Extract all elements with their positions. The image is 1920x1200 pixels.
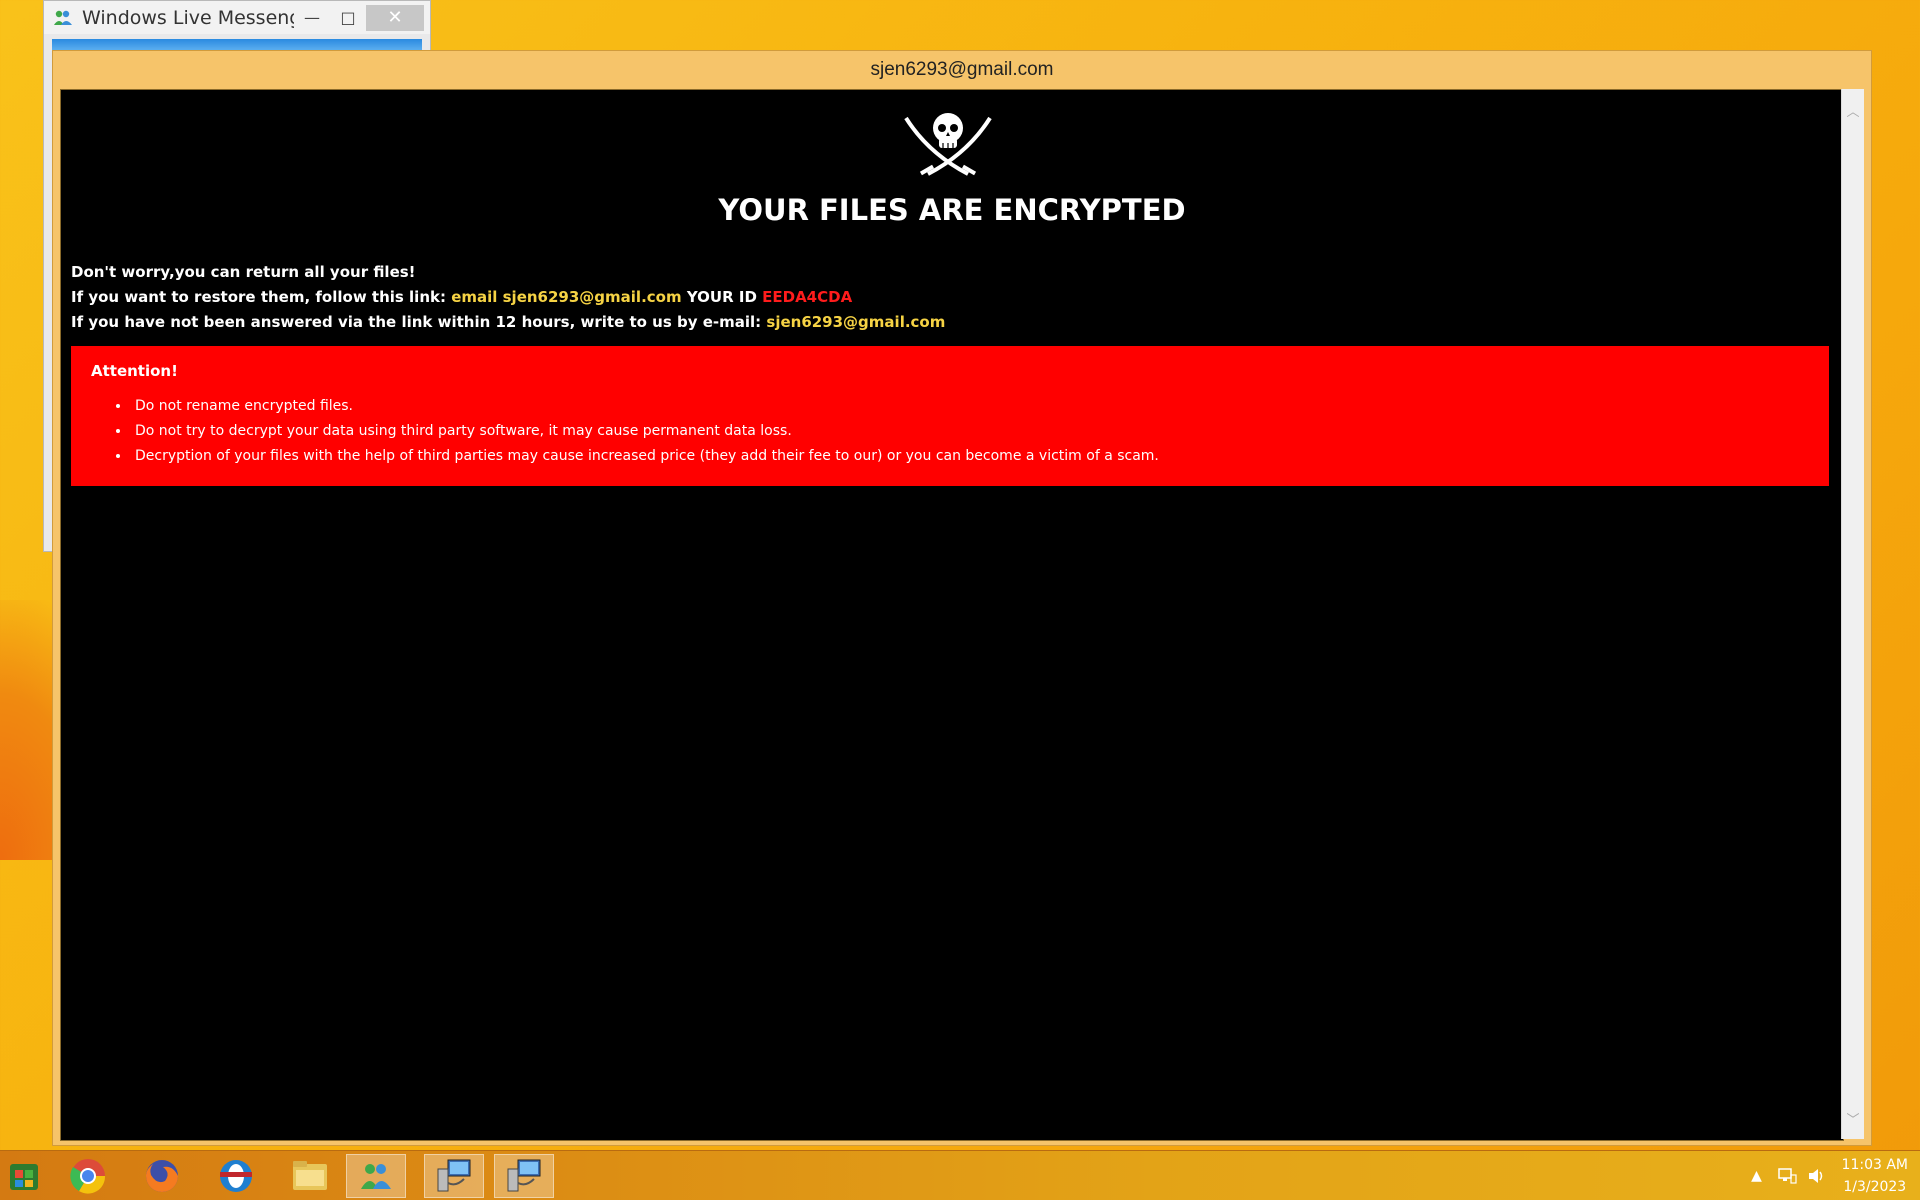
opera-icon[interactable] bbox=[206, 1154, 266, 1198]
ransom-instructions: Don't worry,you can return all your file… bbox=[71, 260, 945, 335]
minimize-button[interactable]: — bbox=[294, 5, 330, 31]
list-item: Decryption of your files with the help o… bbox=[131, 444, 1159, 469]
messenger-contacts-icon[interactable] bbox=[346, 1154, 406, 1198]
scroll-down-icon[interactable]: ﹀ bbox=[1842, 1107, 1864, 1129]
headline: YOUR FILES ARE ENCRYPTED bbox=[718, 193, 1186, 227]
clock-date: 1/3/2023 bbox=[1843, 1179, 1907, 1195]
volume-icon[interactable] bbox=[1804, 1163, 1830, 1189]
firefox-icon[interactable] bbox=[132, 1154, 192, 1198]
clock[interactable]: 11:03 AM 1/3/2023 bbox=[1842, 1154, 1908, 1198]
ransom-note-content: YOUR FILES ARE ENCRYPTED Don't worry,you… bbox=[60, 89, 1844, 1141]
clock-time: 11:03 AM bbox=[1841, 1157, 1908, 1173]
fallback-line: If you have not been answered via the li… bbox=[71, 310, 945, 335]
network-status-icon[interactable] bbox=[1774, 1163, 1800, 1189]
messenger-logo-icon bbox=[52, 7, 74, 29]
vertical-scrollbar[interactable]: ︿ ﹀ bbox=[1841, 89, 1864, 1139]
skull-crossed-swords-icon bbox=[904, 113, 992, 176]
windows-store-icon[interactable] bbox=[0, 1154, 48, 1198]
ransom-note-window[interactable]: sjen6293@gmail.com YOUR FILES ARE ENCRYP… bbox=[52, 50, 1872, 1146]
show-hidden-icons-icon[interactable]: ▲ bbox=[1744, 1163, 1770, 1189]
taskbar: ▲ 11:03 AM 1/3/2023 bbox=[0, 1150, 1920, 1200]
fallback-prefix: If you have not been answered via the li… bbox=[71, 313, 767, 331]
messenger-titlebar[interactable]: Windows Live Messeng... — □ ✕ bbox=[44, 1, 430, 34]
messenger-title: Windows Live Messeng... bbox=[82, 6, 294, 29]
chrome-icon[interactable] bbox=[58, 1154, 118, 1198]
list-item: Do not rename encrypted files. bbox=[131, 394, 1159, 419]
id-label: YOUR ID bbox=[681, 288, 763, 306]
victim-id: EEDA4CDA bbox=[762, 288, 853, 306]
list-item: Do not try to decrypt your data using th… bbox=[131, 419, 1159, 444]
restore-email-link[interactable]: email sjen6293@gmail.com bbox=[451, 288, 681, 306]
scroll-up-icon[interactable]: ︿ bbox=[1842, 99, 1864, 121]
restore-prefix: If you want to restore them, follow this… bbox=[71, 288, 452, 306]
attention-title: Attention! bbox=[91, 362, 178, 380]
system-tray: ▲ 11:03 AM 1/3/2023 bbox=[1744, 1151, 1920, 1200]
reassurance-line: Don't worry,you can return all your file… bbox=[71, 263, 416, 281]
file-explorer-icon[interactable] bbox=[280, 1154, 340, 1198]
window-title: sjen6293@gmail.com bbox=[870, 59, 1054, 80]
close-button[interactable]: ✕ bbox=[366, 4, 424, 31]
network-computer-icon[interactable] bbox=[494, 1154, 554, 1198]
restore-line: If you want to restore them, follow this… bbox=[71, 285, 945, 310]
maximize-button[interactable]: □ bbox=[330, 5, 366, 31]
attention-box: Attention! Do not rename encrypted files… bbox=[71, 346, 1829, 486]
fallback-email[interactable]: sjen6293@gmail.com bbox=[766, 313, 945, 331]
network-computer-icon[interactable] bbox=[424, 1154, 484, 1198]
attention-list: Do not rename encrypted files. Do not tr… bbox=[111, 394, 1159, 469]
